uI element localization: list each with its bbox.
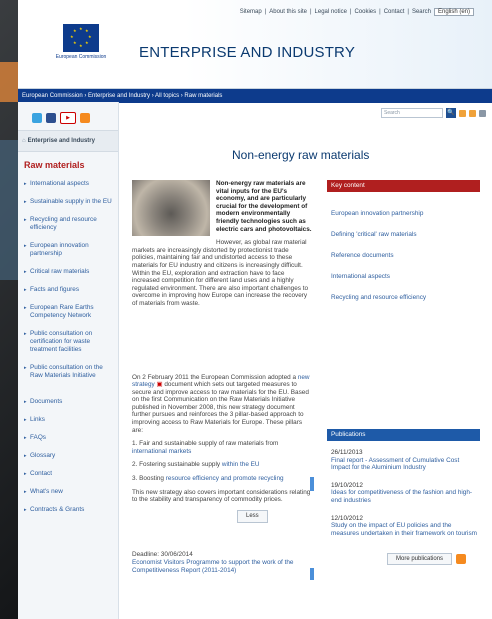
paragraph: This new strategy also covers important … xyxy=(132,488,311,504)
nav-item-consultation-waste[interactable]: Public consultation on certification for… xyxy=(24,326,114,360)
paragraph: On 2 February 2011 the European Commissi… xyxy=(132,374,312,435)
nav-item-facts[interactable]: Facts and figures xyxy=(24,282,114,300)
rss-icon[interactable] xyxy=(456,554,467,565)
publication-title[interactable]: Ideas for competitiveness of the fashion… xyxy=(331,489,480,504)
more-publications-row: More publications xyxy=(387,553,480,566)
eu-logo[interactable]: ★ ★ ★ ★ ★ ★ ★ ★ European Commission xyxy=(50,24,112,76)
pillar-2: 2. Fostering sustainable supply within t… xyxy=(132,461,312,469)
publication-date: 12/10/2012 xyxy=(331,514,363,522)
paragraph-text: On 2 February 2011 the European Commissi… xyxy=(132,373,298,381)
key-content-list: European innovation partnership Defining… xyxy=(327,204,480,309)
section-title: Raw materials xyxy=(24,160,85,170)
print-icon[interactable] xyxy=(479,109,486,117)
top-link-sitemap[interactable]: Sitemap xyxy=(240,9,262,15)
key-content-item[interactable]: European innovation partnership xyxy=(327,204,480,225)
main-content: Search 🔍 Non-energy raw materials Non-en… xyxy=(120,102,492,619)
rss-icon[interactable] xyxy=(469,109,476,117)
enterprise-link[interactable]: ⌂ Enterprise and Industry xyxy=(18,130,118,152)
top-link-about[interactable]: About this site xyxy=(269,9,307,15)
section-nav: International aspects Sustainable supply… xyxy=(18,176,118,520)
nav-item-whats-new[interactable]: What's new xyxy=(24,484,114,502)
youtube-icon[interactable]: ▶ xyxy=(60,112,76,124)
facebook-icon[interactable] xyxy=(46,113,56,123)
web-page: Sitemap | About this site | Legal notice | … xyxy=(18,0,492,619)
nav-item-links[interactable]: Links xyxy=(24,412,114,430)
right-column: Key content European innovation partners… xyxy=(327,180,480,566)
publications-heading: Publications xyxy=(327,429,480,441)
nav-item-sustainable[interactable]: Sustainable supply in the EU xyxy=(24,194,114,212)
nav-item-recycling[interactable]: Recycling and resource efficiency xyxy=(24,212,114,238)
breadcrumb[interactable]: European Commission › Enterprise and Ind… xyxy=(18,89,492,103)
deadline-date: Deadline: 30/06/2014 xyxy=(132,551,193,559)
within-eu-link[interactable]: within the EU xyxy=(222,461,260,468)
publication-title[interactable]: Study on the impact of EU policies and t… xyxy=(331,522,480,537)
pillar-text: 1. Fair and sustainable supply of raw ma… xyxy=(132,440,279,448)
search-input[interactable]: Search xyxy=(381,108,443,118)
page-title: Non-energy raw materials xyxy=(232,148,370,162)
top-link-contact[interactable]: Contact xyxy=(384,9,405,15)
less-button[interactable]: Less xyxy=(237,509,268,524)
eu-flag-icon: ★ ★ ★ ★ ★ ★ ★ ★ xyxy=(63,24,99,52)
accent-bar xyxy=(310,568,314,580)
top-link-cookies[interactable]: Cookies xyxy=(354,9,376,15)
paragraph: However, as global raw material markets … xyxy=(132,239,309,307)
nav-item-international[interactable]: International aspects xyxy=(24,176,114,194)
nav-item-innovation[interactable]: European innovation partnership xyxy=(24,238,114,264)
pillar-text: 3. Boosting xyxy=(132,475,166,483)
mine-photo xyxy=(132,180,210,236)
pillar-3: 3. Boosting resource efficiency and prom… xyxy=(132,475,312,483)
enterprise-label: Enterprise and Industry xyxy=(27,138,95,144)
accent-bar xyxy=(310,477,314,491)
article: Non-energy raw materials are vital input… xyxy=(132,180,312,574)
resource-efficiency-link[interactable]: resource efficiency and promote recyclin… xyxy=(166,475,284,482)
paragraph-text: document which sets out targeted measure… xyxy=(132,381,309,434)
home-icon: ⌂ xyxy=(22,138,26,144)
eu-logo-text: European Commission xyxy=(55,54,107,60)
key-content-item[interactable]: Recycling and resource efficiency xyxy=(327,288,480,309)
nav-item-critical[interactable]: Critical raw materials xyxy=(24,264,114,282)
nav-item-rare-earths[interactable]: European Rare Earths Competency Network xyxy=(24,300,114,326)
publication-item: 26/11/2013 Final report - Assessment of … xyxy=(327,441,480,474)
international-markets-link[interactable]: international markets xyxy=(132,448,191,455)
nav-item-contracts[interactable]: Contracts & Grants xyxy=(24,502,114,520)
pillar-text: 2. Fostering sustainable supply xyxy=(132,461,222,469)
publication-date: 26/11/2013 xyxy=(331,449,363,456)
pdf-icon[interactable]: ▣ xyxy=(155,381,163,388)
top-link-search[interactable]: Search xyxy=(412,9,431,15)
more-publications-button[interactable]: More publications xyxy=(387,553,453,566)
left-sidebar: ▶ ⌂ Enterprise and Industry Raw materials… xyxy=(18,102,119,619)
nav-item-consultation-rmi[interactable]: Public consultation on the Raw Materials… xyxy=(24,360,114,386)
publication-date: 19/10/2012 xyxy=(331,481,363,489)
key-content-heading: Key content xyxy=(327,180,480,192)
key-content-item[interactable]: Reference documents xyxy=(327,246,480,267)
social-icons: ▶ xyxy=(18,102,118,130)
rss-icon[interactable] xyxy=(80,113,90,123)
top-links: Sitemap | About this site | Legal notice | … xyxy=(240,8,474,16)
publication-item: 12/10/2012 Study on the impact of EU pol… xyxy=(327,507,480,540)
twitter-icon[interactable] xyxy=(32,113,42,123)
search-button[interactable]: 🔍 xyxy=(446,108,456,118)
publication-title[interactable]: Final report - Assessment of Cumulative … xyxy=(331,457,480,472)
publication-item: 19/10/2012 Ideas for competitiveness of … xyxy=(327,474,480,507)
nav-item-faqs[interactable]: FAQs xyxy=(24,430,114,448)
site-header: Sitemap | About this site | Legal notice | … xyxy=(18,0,492,89)
site-title[interactable]: ENTERPRISE AND INDUSTRY xyxy=(139,44,355,61)
top-link-legal[interactable]: Legal notice xyxy=(315,9,347,15)
key-content-item[interactable]: International aspects xyxy=(327,267,480,288)
search-bar: Search 🔍 xyxy=(381,108,486,118)
nav-item-documents[interactable]: Documents xyxy=(24,394,114,412)
deadline-link[interactable]: Economist Visitors Programme to support … xyxy=(132,559,312,574)
nav-item-contact[interactable]: Contact xyxy=(24,466,114,484)
nav-item-glossary[interactable]: Glossary xyxy=(24,448,114,466)
language-select[interactable]: English (en) xyxy=(433,8,474,16)
share-icon[interactable] xyxy=(459,109,466,117)
key-content-item[interactable]: Defining 'critical' raw materials xyxy=(327,225,480,246)
pillar-1: 1. Fair and sustainable supply of raw ma… xyxy=(132,440,312,455)
